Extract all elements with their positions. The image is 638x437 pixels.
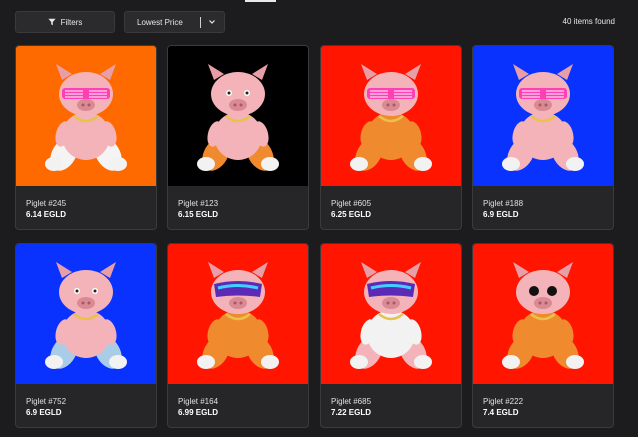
visor-glasses bbox=[214, 281, 262, 297]
sneaker-right bbox=[414, 157, 432, 171]
sneaker-right bbox=[566, 157, 584, 171]
piglet-illustration bbox=[473, 244, 613, 384]
sneaker-right bbox=[109, 157, 127, 171]
pig-snout bbox=[77, 99, 95, 111]
nft-price: 7.4 EGLD bbox=[483, 408, 519, 417]
piglet-illustration bbox=[321, 46, 461, 186]
nft-name: Piglet #685 bbox=[331, 397, 372, 406]
piglet-illustration bbox=[321, 244, 461, 384]
nft-card[interactable]: Piglet #123 6.15 EGLD bbox=[167, 45, 309, 230]
nft-card[interactable]: Piglet #164 6.99 EGLD bbox=[167, 243, 309, 428]
nft-card[interactable]: Piglet #188 6.9 EGLD bbox=[472, 45, 614, 230]
pig-snout bbox=[534, 99, 552, 111]
nft-image[interactable] bbox=[473, 46, 613, 186]
sneaker-left bbox=[350, 355, 368, 369]
nft-card[interactable]: Piglet #222 7.4 EGLD bbox=[472, 243, 614, 428]
nft-name: Piglet #123 bbox=[178, 199, 219, 208]
sneaker-left bbox=[197, 157, 215, 171]
piglet-illustration bbox=[16, 46, 156, 186]
select-divider bbox=[200, 17, 201, 28]
nft-price: 7.22 EGLD bbox=[331, 408, 372, 417]
sort-select[interactable]: Lowest Price bbox=[124, 11, 225, 33]
nft-name: Piglet #245 bbox=[26, 199, 67, 208]
nft-card[interactable]: Piglet #605 6.25 EGLD bbox=[320, 45, 462, 230]
sneaker-left bbox=[45, 355, 63, 369]
filters-button[interactable]: Filters bbox=[15, 11, 115, 33]
nft-image[interactable] bbox=[321, 46, 461, 186]
nft-name: Piglet #752 bbox=[26, 397, 67, 406]
sort-value: Lowest Price bbox=[137, 17, 183, 27]
sneaker-right bbox=[566, 355, 584, 369]
nft-price: 6.15 EGLD bbox=[178, 210, 219, 219]
nft-price: 6.9 EGLD bbox=[26, 408, 62, 417]
nft-name: Piglet #188 bbox=[483, 199, 524, 208]
sneaker-left bbox=[502, 355, 520, 369]
nft-image[interactable] bbox=[16, 46, 156, 186]
piglet-illustration bbox=[168, 244, 308, 384]
sneaker-left bbox=[45, 157, 63, 171]
sneaker-left bbox=[197, 355, 215, 369]
nft-card[interactable]: Piglet #685 7.22 EGLD bbox=[320, 243, 462, 428]
nft-image[interactable] bbox=[16, 244, 156, 384]
sneaker-right bbox=[109, 355, 127, 369]
pig-snout bbox=[229, 297, 247, 309]
sneaker-left bbox=[350, 157, 368, 171]
visor-glasses bbox=[367, 281, 415, 297]
piglet-illustration bbox=[16, 244, 156, 384]
sneaker-right bbox=[414, 355, 432, 369]
nft-name: Piglet #222 bbox=[483, 397, 524, 406]
nft-price: 6.9 EGLD bbox=[483, 210, 519, 219]
toolbar: Filters Lowest Price 40 items found bbox=[0, 0, 638, 44]
pig-snout bbox=[77, 297, 95, 309]
filter-icon bbox=[48, 18, 56, 26]
nft-name: Piglet #605 bbox=[331, 199, 372, 208]
pig-snout bbox=[534, 297, 552, 309]
filters-label: Filters bbox=[60, 17, 83, 27]
nft-image[interactable] bbox=[168, 46, 308, 186]
result-count: 40 items found bbox=[562, 17, 615, 26]
pig-snout bbox=[382, 297, 400, 309]
piglet-illustration bbox=[473, 46, 613, 186]
pig-snout bbox=[382, 99, 400, 111]
nft-price: 6.14 EGLD bbox=[26, 210, 67, 219]
nft-card[interactable]: Piglet #245 6.14 EGLD bbox=[15, 45, 157, 230]
nft-image[interactable] bbox=[473, 244, 613, 384]
piglet-illustration bbox=[168, 46, 308, 186]
chevron-down-icon bbox=[209, 20, 215, 24]
nft-name: Piglet #164 bbox=[178, 397, 219, 406]
pig-snout bbox=[229, 99, 247, 111]
nft-price: 6.25 EGLD bbox=[331, 210, 372, 219]
sneaker-right bbox=[261, 157, 279, 171]
round-glasses bbox=[529, 286, 539, 296]
nft-card[interactable]: Piglet #752 6.9 EGLD bbox=[15, 243, 157, 428]
nft-image[interactable] bbox=[168, 244, 308, 384]
sneaker-right bbox=[261, 355, 279, 369]
sneaker-left bbox=[502, 157, 520, 171]
nft-image[interactable] bbox=[321, 244, 461, 384]
nft-price: 6.99 EGLD bbox=[178, 408, 219, 417]
